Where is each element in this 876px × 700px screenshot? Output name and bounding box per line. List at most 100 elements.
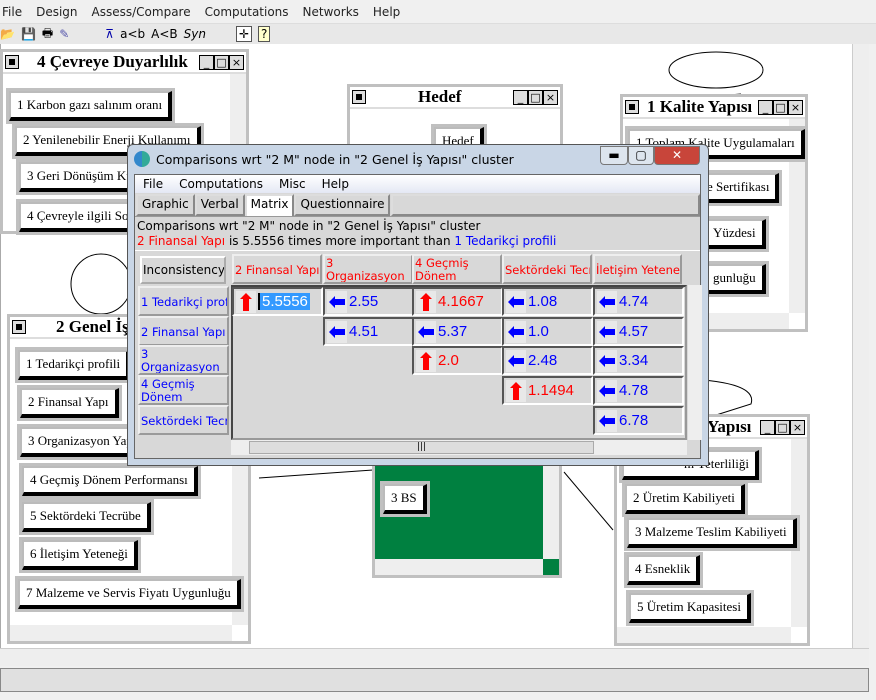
comparison-value[interactable]: 3.34	[619, 352, 648, 369]
close-icon[interactable]: ×	[543, 90, 558, 105]
node[interactable]: 1 Karbon gazı salınım oranı	[5, 88, 176, 124]
arrow-left-icon[interactable]	[506, 349, 526, 372]
horizontal-scrollbar[interactable]	[10, 625, 232, 641]
comparison-cell[interactable]: 2.0	[412, 346, 503, 375]
comparisons-dialog[interactable]: Comparisons wrt "2 M" node in "2 Genel İ…	[127, 144, 709, 466]
comparison-value[interactable]: 2.48	[528, 352, 557, 369]
close-icon[interactable]: ×	[788, 100, 803, 115]
comparison-cell[interactable]: 5.37	[412, 317, 503, 346]
minimize-icon[interactable]: _	[760, 420, 775, 435]
menu-assesscompare[interactable]: Assess/Compare	[92, 5, 191, 19]
help-icon[interactable]: ?	[258, 26, 271, 42]
column-header[interactable]: Sektördeki Tecrü	[502, 254, 592, 284]
tab-questionnaire[interactable]: Questionnaire	[294, 194, 391, 216]
arrow-left-icon[interactable]	[597, 379, 617, 402]
node[interactable]: 3 BS	[380, 481, 430, 517]
maximize-icon[interactable]: □	[775, 420, 790, 435]
comparison-value[interactable]: 1.1494	[528, 382, 574, 399]
close-icon[interactable]: ×	[229, 55, 244, 70]
comparison-value[interactable]: 1.0	[528, 323, 549, 340]
comparison-value[interactable]: 4.74	[619, 293, 648, 310]
dialog-menu-file[interactable]: File	[143, 177, 163, 191]
arrow-up-icon[interactable]	[506, 379, 526, 402]
comparison-value[interactable]: 5.5556	[258, 293, 310, 310]
open-folder-icon[interactable]: 📂	[0, 27, 15, 41]
horizontal-scrollbar[interactable]	[375, 559, 543, 575]
comparison-cell[interactable]: 6.78	[593, 406, 684, 435]
maximize-icon[interactable]: □	[773, 100, 788, 115]
close-icon[interactable]: ×	[790, 420, 805, 435]
minimize-icon[interactable]: _	[513, 90, 528, 105]
arrow-left-icon[interactable]	[327, 320, 347, 343]
maximize-icon[interactable]: □	[214, 55, 229, 70]
maximize-icon[interactable]: □	[528, 90, 543, 105]
horizontal-scrollbar[interactable]	[617, 627, 791, 643]
comparison-cell[interactable]: 4.78	[593, 376, 684, 405]
arrow-up-icon[interactable]	[416, 290, 436, 313]
row-header[interactable]: Sektördeki Tecrü	[138, 405, 229, 435]
node[interactable]: 2 Üretim Kabiliyeti	[622, 481, 748, 517]
node[interactable]: 4 Esneklik	[623, 552, 704, 588]
arrow-left-icon[interactable]	[416, 320, 436, 343]
node[interactable]: 5 Üretim Kapasitesi	[626, 590, 754, 626]
maximize-button[interactable]: ▢	[628, 146, 654, 165]
comparison-value[interactable]: 4.57	[619, 323, 648, 340]
system-menu-icon[interactable]	[12, 320, 26, 334]
column-header[interactable]: 3 Organizasyon Yapısı	[323, 254, 413, 284]
dialog-menu-help[interactable]: Help	[322, 177, 349, 191]
system-menu-icon[interactable]	[352, 90, 366, 104]
dialog-menu-misc[interactable]: Misc	[279, 177, 306, 191]
arrow-left-icon[interactable]	[597, 290, 617, 313]
comparison-cell[interactable]: 1.0	[502, 317, 593, 346]
system-menu-icon[interactable]	[625, 100, 639, 114]
comparison-value[interactable]: 4.51	[349, 323, 378, 340]
comparison-cell[interactable]: 1.08	[502, 287, 593, 316]
canvas-horizontal-scrollbar[interactable]	[0, 648, 869, 666]
menu-design[interactable]: Design	[36, 5, 77, 19]
comparison-value[interactable]: 6.78	[619, 412, 648, 429]
comparison-cell[interactable]: 2.48	[502, 346, 593, 375]
comparison-cell[interactable]: 3.34	[593, 346, 684, 375]
canvas-vertical-scrollbar[interactable]	[852, 44, 869, 648]
save-icon[interactable]: 💾	[21, 27, 36, 41]
inconsistency-button[interactable]: Inconsistency	[140, 256, 226, 284]
comparison-cell[interactable]: 1.1494	[502, 376, 593, 405]
comparison-cell[interactable]: 2.55	[323, 287, 414, 316]
arrow-left-icon[interactable]	[506, 290, 526, 313]
compare-lower-button[interactable]: a<b	[120, 27, 145, 41]
tab-matrix[interactable]: Matrix	[244, 194, 295, 216]
comparison-cell[interactable]: 5.5556	[232, 287, 323, 316]
arrow-left-icon[interactable]	[597, 409, 617, 432]
column-header[interactable]: 4 Geçmiş Dönem Performansı	[412, 254, 502, 284]
matrix-horizontal-scrollbar[interactable]: |||	[231, 440, 687, 455]
menu-networks[interactable]: Networks	[303, 5, 359, 19]
arrow-left-icon[interactable]	[506, 320, 526, 343]
close-button[interactable]: ✕	[654, 146, 700, 165]
comparison-value[interactable]: 1.08	[528, 293, 557, 310]
column-header[interactable]: 2 Finansal Yapı	[232, 254, 322, 284]
crosshair-icon[interactable]: ✛	[235, 26, 253, 42]
dialog-menu-computations[interactable]: Computations	[179, 177, 263, 191]
comparison-value[interactable]: 5.37	[438, 323, 467, 340]
compare-upper-button[interactable]: A<B	[151, 27, 178, 41]
minimize-button[interactable]: ▬	[600, 146, 628, 165]
node[interactable]: 4 Geçmiş Dönem Performansı	[19, 463, 201, 499]
row-header[interactable]: 3 Organizasyon Yapısı	[138, 345, 229, 375]
row-header[interactable]: 2 Finansal Yapı	[138, 316, 229, 346]
node[interactable]: 7 Malzeme ve Servis Fiyatı Uygunluğu	[15, 576, 244, 612]
arrow-up-icon[interactable]	[416, 349, 436, 372]
comparison-cell[interactable]: 4.1667	[412, 287, 503, 316]
node-icon[interactable]: ⊼	[105, 27, 114, 41]
tab-graphic[interactable]: Graphic	[136, 194, 195, 216]
arrow-left-icon[interactable]	[597, 349, 617, 372]
arrow-left-icon[interactable]	[327, 290, 347, 313]
node[interactable]: 5 Sektördeki Tecrübe	[19, 499, 154, 535]
menu-file[interactable]: File	[2, 5, 22, 19]
arrow-left-icon[interactable]	[597, 320, 617, 343]
comparison-value[interactable]: 2.0	[438, 352, 459, 369]
tab-verbal[interactable]: Verbal	[194, 194, 245, 216]
menu-computations[interactable]: Computations	[205, 5, 289, 19]
arrow-up-icon[interactable]	[236, 290, 256, 313]
system-menu-icon[interactable]	[5, 55, 19, 69]
node[interactable]: 6 İletişim Yeteneği	[19, 537, 141, 573]
